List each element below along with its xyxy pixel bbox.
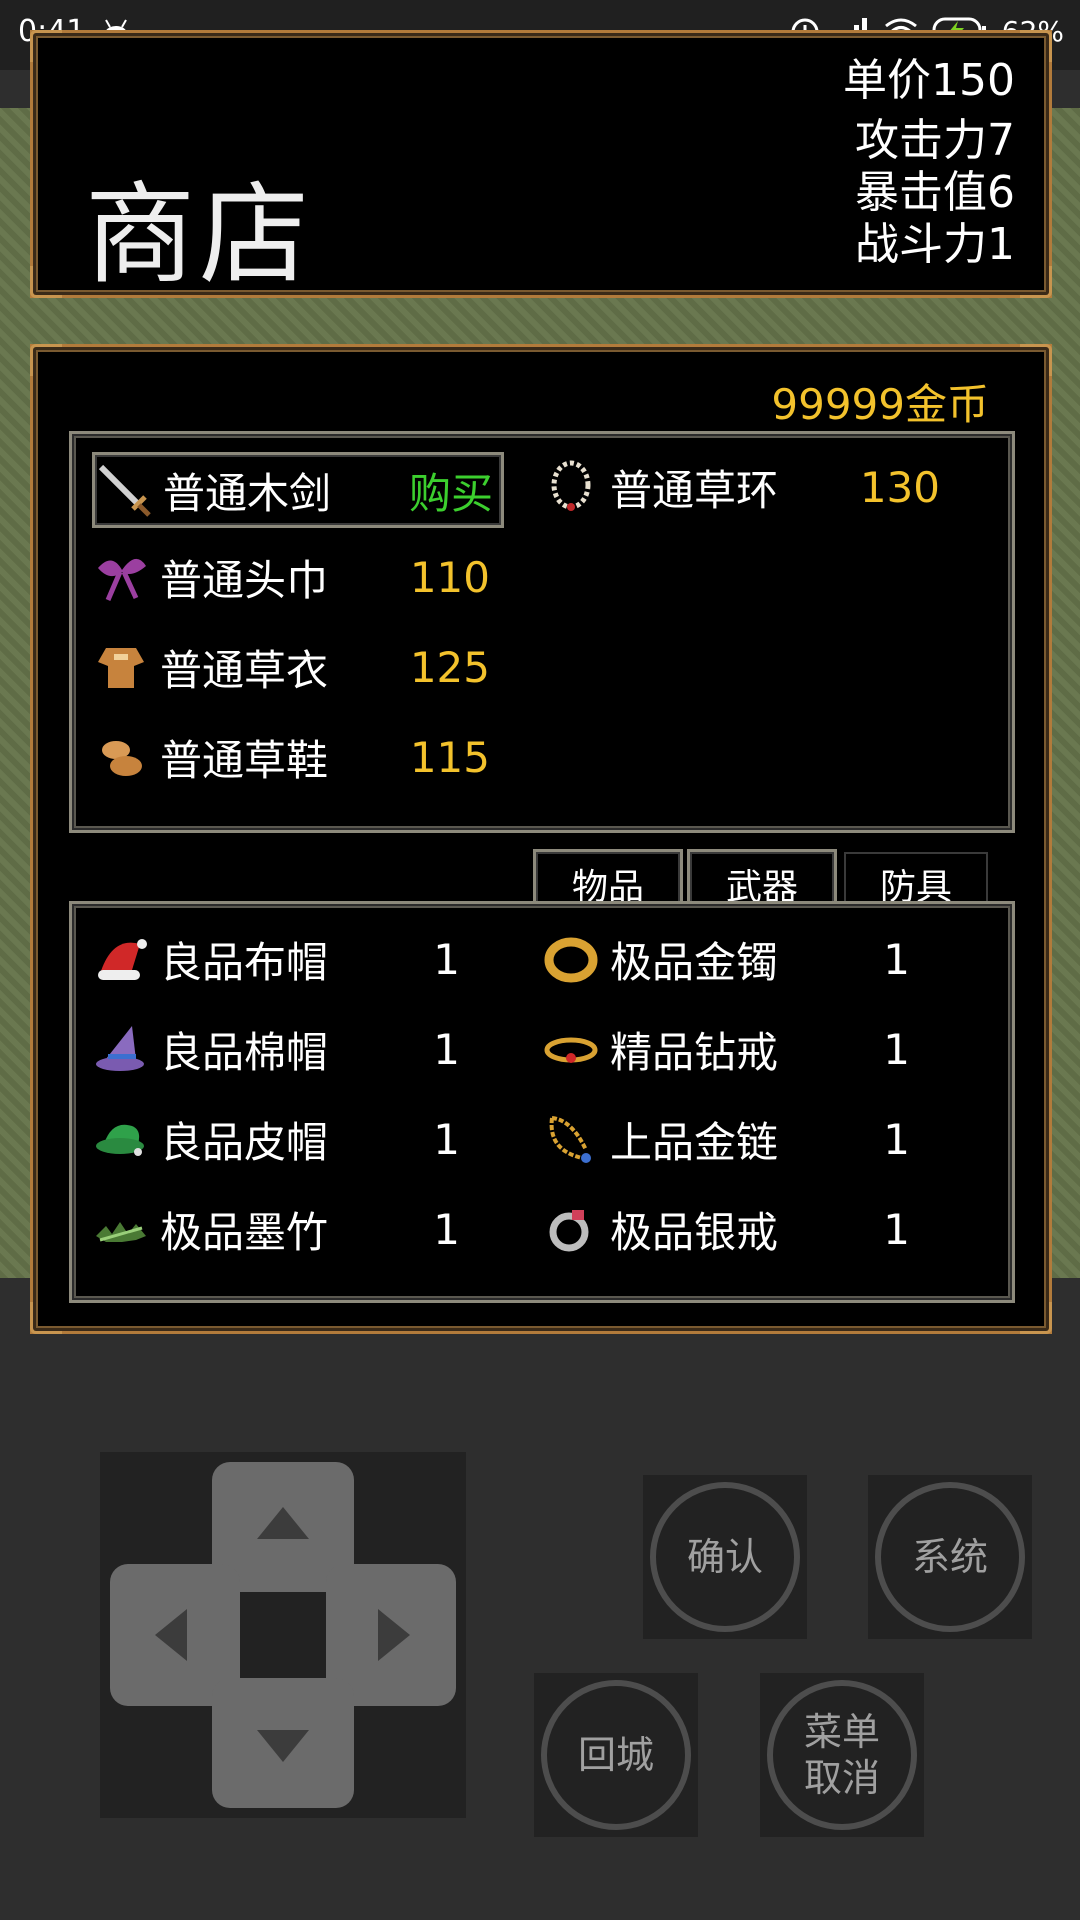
confirm-label: 确认 bbox=[650, 1482, 800, 1632]
system-label: 系统 bbox=[875, 1482, 1025, 1632]
inventory-list: 良品布帽 1 极品金镯 1 良品棉帽 1 精品钻戒 1 良品皮帽 1 上品金链 … bbox=[69, 901, 1015, 1303]
inventory-item-count: 1 bbox=[433, 934, 460, 984]
arrow-up-icon bbox=[257, 1507, 309, 1539]
inventory-item-count: 1 bbox=[883, 1024, 910, 1074]
inventory-item-name: 精品钻戒 bbox=[610, 1027, 779, 1077]
shop-item[interactable]: 普通木剑 购买 bbox=[92, 452, 504, 528]
shop-item[interactable]: 普通草鞋 115 bbox=[92, 722, 490, 792]
ribbon-icon bbox=[92, 548, 150, 606]
inventory-item[interactable]: 良品棉帽 1 bbox=[92, 1014, 460, 1084]
shop-item-name: 普通草鞋 bbox=[160, 735, 329, 785]
necklace-icon bbox=[542, 458, 600, 516]
power-stat: 战斗力1 bbox=[855, 219, 1015, 270]
arrow-right-icon bbox=[378, 1609, 410, 1661]
inventory-item[interactable]: 良品皮帽 1 bbox=[92, 1104, 460, 1174]
inventory-item-count: 1 bbox=[883, 1204, 910, 1254]
inventory-item-name: 良品皮帽 bbox=[160, 1117, 329, 1167]
arrow-left-icon bbox=[155, 1609, 187, 1661]
inventory-item-count: 1 bbox=[883, 934, 910, 984]
shop-item-list: 普通木剑 购买 普通草环 130 普通头巾 110 普通草衣 125 普通草鞋 … bbox=[69, 431, 1015, 833]
buy-button[interactable]: 购买 bbox=[383, 460, 493, 521]
return-city-button[interactable]: 回城 bbox=[534, 1673, 698, 1837]
dpad-down-button[interactable] bbox=[212, 1678, 354, 1808]
shoes-icon bbox=[92, 728, 150, 786]
gold-bracelet-icon bbox=[542, 930, 600, 988]
shop-item-name: 普通草环 bbox=[610, 465, 779, 515]
cancel-label: 取消 bbox=[803, 1756, 880, 1800]
arrow-down-icon bbox=[257, 1730, 309, 1762]
menu-cancel-label: 菜单 取消 bbox=[767, 1680, 917, 1830]
shop-item-price: 125 bbox=[409, 642, 490, 692]
crit-stat: 暴击值6 bbox=[855, 167, 1015, 218]
inventory-item[interactable]: 极品墨竹 1 bbox=[92, 1194, 460, 1264]
inventory-item-name: 极品金镯 bbox=[610, 937, 779, 987]
inventory-item[interactable]: 良品布帽 1 bbox=[92, 924, 460, 994]
shop-item[interactable]: 普通头巾 110 bbox=[92, 542, 490, 612]
gold-amount: 99999金币 bbox=[771, 380, 989, 429]
shop-item-name: 普通木剑 bbox=[163, 468, 332, 518]
inventory-item[interactable]: 上品金链 1 bbox=[542, 1104, 910, 1174]
wizard-hat-icon bbox=[92, 1020, 150, 1078]
return-city-label: 回城 bbox=[541, 1680, 691, 1830]
inventory-item-name: 极品墨竹 bbox=[160, 1207, 329, 1257]
inventory-item-count: 1 bbox=[883, 1114, 910, 1164]
bamboo-icon bbox=[92, 1200, 150, 1258]
shop-item-name: 普通头巾 bbox=[160, 555, 329, 605]
inventory-item-name: 上品金链 bbox=[610, 1117, 779, 1167]
shop-main-panel: 99999金币 普通木剑 购买 普通草环 130 普通头巾 110 普通草衣 1… bbox=[30, 344, 1052, 1334]
shop-header-panel: 商店 单价150 攻击力7 暴击值6 战斗力1 bbox=[30, 30, 1052, 299]
inventory-item[interactable]: 极品银戒 1 bbox=[542, 1194, 910, 1264]
menu-label: 菜单 bbox=[803, 1710, 880, 1754]
shop-item[interactable]: 普通草环 130 bbox=[542, 452, 940, 522]
inventory-item-count: 1 bbox=[433, 1204, 460, 1254]
diamond-ring-icon bbox=[542, 1020, 600, 1078]
shop-item-price: 115 bbox=[409, 732, 490, 782]
leather-hat-icon bbox=[92, 1110, 150, 1168]
inventory-item-count: 1 bbox=[433, 1114, 460, 1164]
item-stats: 单价150 攻击力7 暴击值6 战斗力1 bbox=[843, 55, 1015, 271]
attack-stat: 攻击力7 bbox=[855, 115, 1015, 166]
inventory-item-name: 良品棉帽 bbox=[160, 1027, 329, 1077]
dpad bbox=[100, 1452, 466, 1818]
inventory-item-name: 良品布帽 bbox=[160, 937, 329, 987]
shop-item-price: 110 bbox=[409, 552, 490, 602]
menu-cancel-button[interactable]: 菜单 取消 bbox=[760, 1673, 924, 1837]
gold-chain-icon bbox=[542, 1110, 600, 1168]
shop-item[interactable]: 普通草衣 125 bbox=[92, 632, 490, 702]
inventory-item[interactable]: 极品金镯 1 bbox=[542, 924, 910, 994]
system-button[interactable]: 系统 bbox=[868, 1475, 1032, 1639]
inventory-item-count: 1 bbox=[433, 1024, 460, 1074]
silver-ring-icon bbox=[542, 1200, 600, 1258]
inventory-item-name: 极品银戒 bbox=[610, 1207, 779, 1257]
shop-title: 商店 bbox=[85, 171, 313, 299]
unit-price: 单价150 bbox=[843, 55, 1015, 106]
santa-hat-icon bbox=[92, 930, 150, 988]
shop-item-name: 普通草衣 bbox=[160, 645, 329, 695]
confirm-button[interactable]: 确认 bbox=[643, 1475, 807, 1639]
armor-icon bbox=[92, 638, 150, 696]
inventory-item[interactable]: 精品钻戒 1 bbox=[542, 1014, 910, 1084]
sword-icon bbox=[95, 461, 153, 519]
shop-item-price: 130 bbox=[859, 462, 940, 512]
